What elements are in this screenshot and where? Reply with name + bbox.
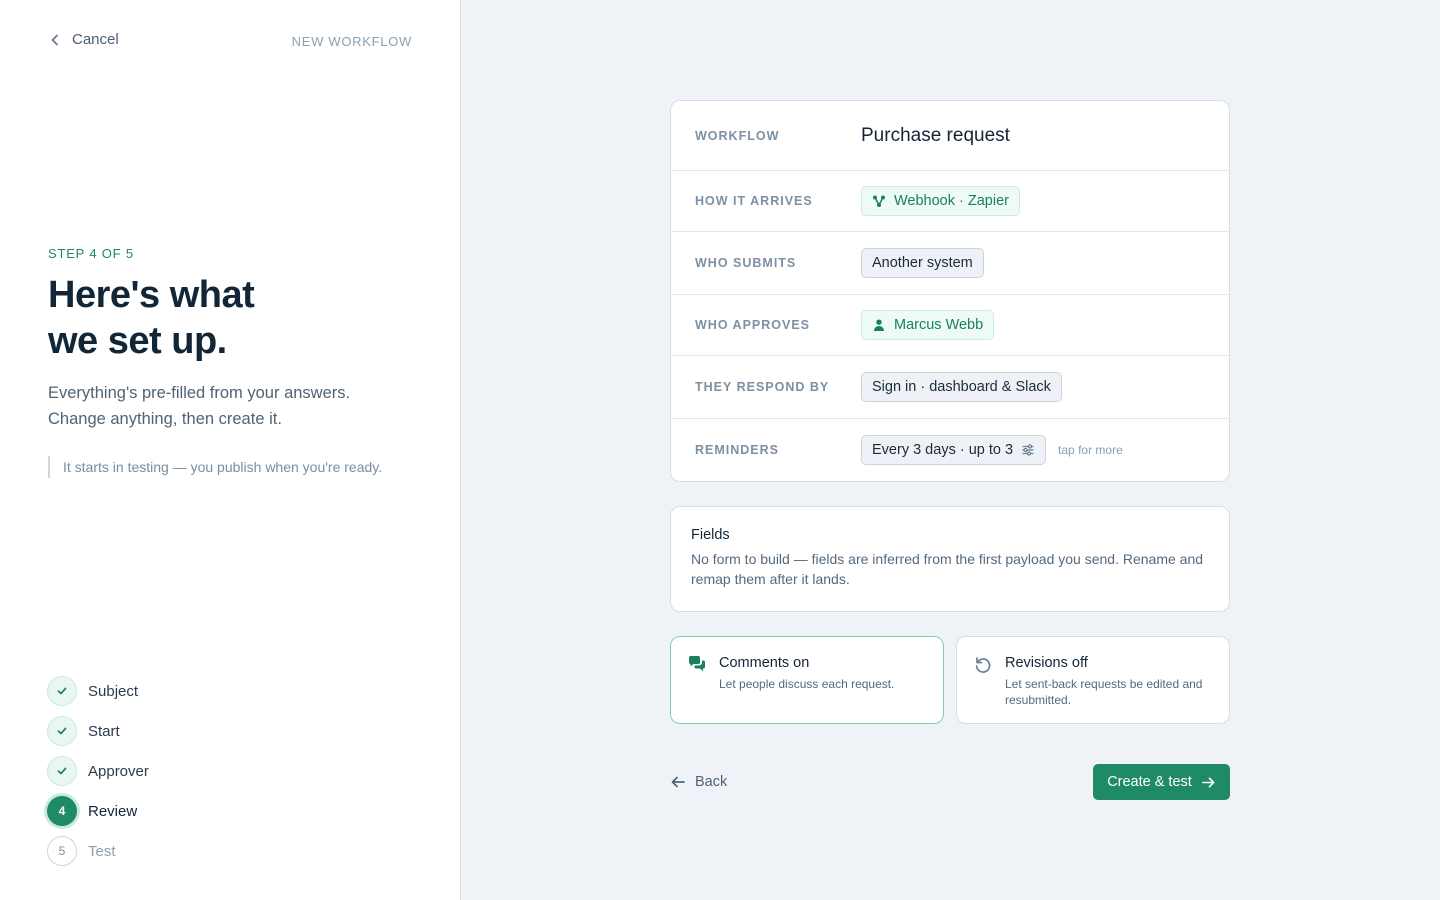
check-icon xyxy=(57,767,67,775)
chevron-left-icon xyxy=(51,34,58,45)
back-button[interactable]: Back xyxy=(670,769,727,795)
step-approver[interactable]: Approver xyxy=(47,751,149,791)
step-label: Approver xyxy=(88,762,149,780)
arrival-value: Webhook · Zapier xyxy=(894,193,1009,209)
step-number-badge: 5 xyxy=(47,836,77,866)
webhook-icon xyxy=(873,195,885,207)
page-title: Here's what we set up. xyxy=(48,274,255,362)
step-number-badge: 4 xyxy=(47,796,77,826)
approver-value: Marcus Webb xyxy=(894,317,984,333)
approver-chip[interactable]: Marcus Webb xyxy=(861,310,995,340)
step-test: 5 Test xyxy=(47,831,149,871)
row-label: WHO APPROVES xyxy=(695,318,811,332)
step-done-badge xyxy=(47,676,77,706)
step-subject[interactable]: Subject xyxy=(47,671,149,711)
comments-title: Comments on xyxy=(719,655,810,671)
step-label: Subject xyxy=(88,682,139,700)
revisions-title: Revisions off xyxy=(1005,655,1088,671)
row-label: HOW IT ARRIVES xyxy=(695,194,813,208)
check-icon xyxy=(57,687,67,695)
step-label: Test xyxy=(88,842,116,860)
comments-text: Comments on Let people discuss each requ… xyxy=(719,653,894,723)
row-label: REMINDERS xyxy=(695,443,780,457)
summary-row-approves: WHO APPROVES Marcus Webb xyxy=(671,295,1229,356)
workflow-summary-card: WORKFLOW Purchase request HOW IT ARRIVES… xyxy=(670,100,1230,482)
sliders-icon xyxy=(1022,444,1034,456)
undo-icon xyxy=(975,657,991,673)
fields-card: Fields No form to build — fields are inf… xyxy=(670,506,1230,612)
page-eyebrow: NEW WORKFLOW xyxy=(291,34,412,49)
summary-row-submits: WHO SUBMITS Another system xyxy=(671,232,1229,295)
reminders-chip[interactable]: Every 3 days · up to 3 xyxy=(861,435,1047,465)
reminders-value: Every 3 days · up to 3 xyxy=(872,442,1014,458)
comments-toggle-card[interactable]: Comments on Let people discuss each requ… xyxy=(670,636,944,724)
row-label: WORKFLOW xyxy=(695,128,780,143)
page-subtitle: Everything's pre-filled from your answer… xyxy=(48,384,351,428)
summary-row-arrives: HOW IT ARRIVES Webhook · Zapier xyxy=(671,171,1229,232)
summary-row-workflow: WORKFLOW Purchase request xyxy=(671,101,1229,171)
row-label: THEY RESPOND BY xyxy=(695,380,830,394)
arrow-right-icon xyxy=(1201,776,1215,788)
row-label: WHO SUBMITS xyxy=(695,256,797,270)
summary-row-reminders: REMINDERS Every 3 days · up to 3 tap for… xyxy=(671,419,1229,481)
fields-title: Fields xyxy=(691,527,730,543)
comments-description: Let people discuss each request. xyxy=(719,677,895,691)
summary-row-respond: THEY RESPOND BY Sign in · dashboard & Sl… xyxy=(671,356,1229,419)
step-done-badge xyxy=(47,756,77,786)
step-review[interactable]: 4 Review xyxy=(47,791,149,831)
create-and-test-button[interactable]: Create & test xyxy=(1093,764,1230,800)
reminders-hint: tap for more xyxy=(1058,443,1123,457)
testing-note: It starts in testing — you publish when … xyxy=(48,456,428,478)
arrival-chip[interactable]: Webhook · Zapier xyxy=(861,186,1020,216)
workflow-name[interactable]: Purchase request xyxy=(861,125,1010,147)
revisions-description: Let sent-back requests be edited and res… xyxy=(1005,677,1203,707)
back-label: Back xyxy=(695,774,728,790)
step-start[interactable]: Start xyxy=(47,711,149,751)
step-counter: STEP 4 OF 5 xyxy=(48,246,134,261)
revisions-text: Revisions off Let sent-back requests be … xyxy=(1005,653,1213,723)
step-label: Review xyxy=(88,802,138,820)
response-chip[interactable]: Sign in · dashboard & Slack xyxy=(861,372,1062,402)
step-label: Start xyxy=(88,722,120,740)
check-icon xyxy=(57,727,67,735)
arrow-left-icon xyxy=(671,776,685,788)
cancel-button[interactable]: Cancel xyxy=(48,31,119,48)
submitter-chip[interactable]: Another system xyxy=(861,248,984,278)
step-done-badge xyxy=(47,716,77,746)
create-label: Create & test xyxy=(1107,774,1192,790)
revisions-toggle-card[interactable]: Revisions off Let sent-back requests be … xyxy=(956,636,1230,724)
person-icon xyxy=(874,319,884,331)
step-list: Subject Start Approver 4 Review 5 Test xyxy=(47,671,149,871)
fields-description: No form to build — fields are inferred f… xyxy=(691,551,1204,587)
cancel-label: Cancel xyxy=(72,31,119,48)
top-bar: Cancel NEW WORKFLOW xyxy=(48,31,412,53)
left-panel: Cancel NEW WORKFLOW STEP 4 OF 5 Here's w… xyxy=(0,0,461,900)
comments-icon xyxy=(689,656,705,672)
